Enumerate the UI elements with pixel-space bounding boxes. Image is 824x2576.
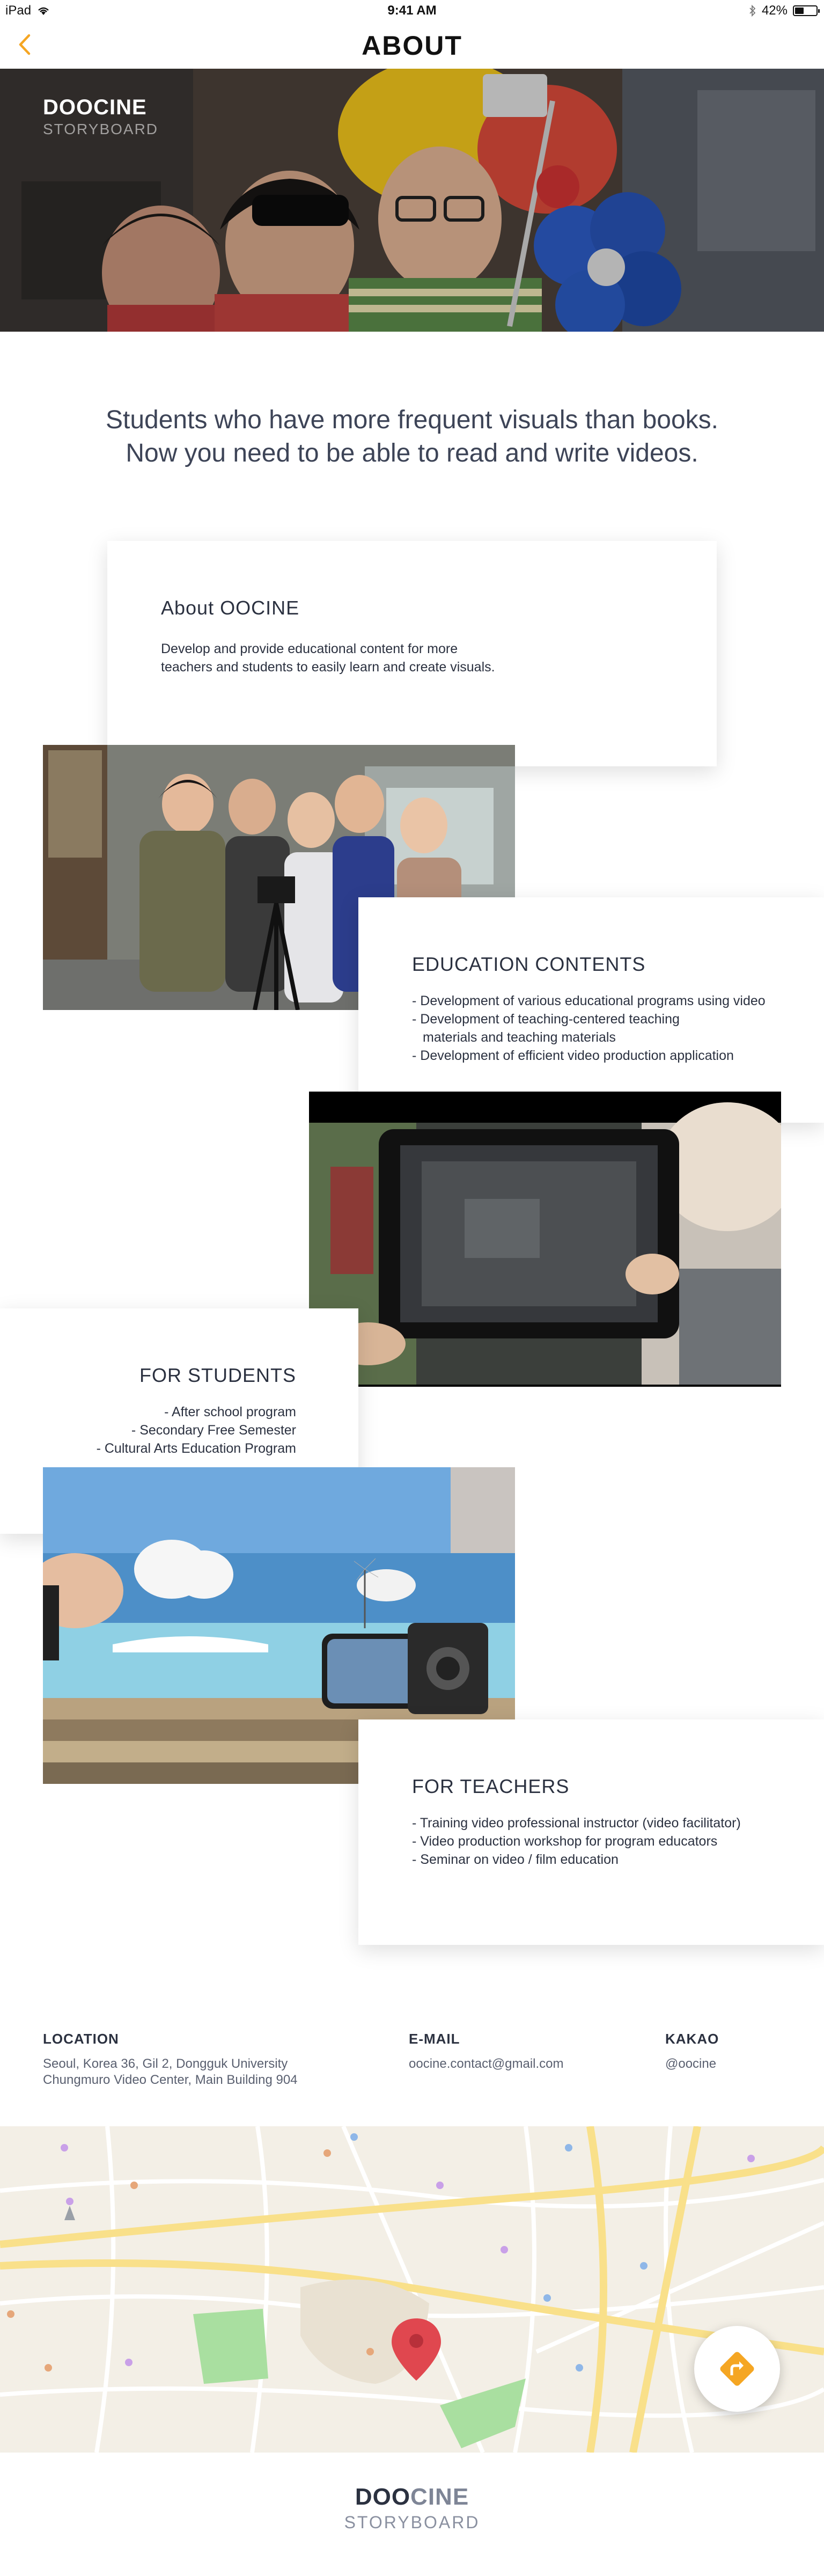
about-card: About OOCINE Develop and provide educati… <box>107 541 717 766</box>
education-item: - Development of teaching-centered teach… <box>412 1012 680 1027</box>
teachers-item: - Training video professional instructor… <box>412 1816 741 1831</box>
page-title: ABOUT <box>362 31 462 61</box>
about-title: About OOCINE <box>161 597 300 619</box>
status-time: 9:41 AM <box>387 3 437 18</box>
education-card: EDUCATION CONTENTS - Development of vari… <box>358 897 824 1123</box>
bluetooth-icon <box>749 5 756 17</box>
directions-icon <box>720 2352 754 2386</box>
students-title: FOR STUDENTS <box>139 1364 296 1386</box>
hero-brand-subtitle: STORYBOARD <box>43 121 159 137</box>
education-title: EDUCATION CONTENTS <box>412 953 646 975</box>
kakao-value[interactable]: @oocine <box>665 2056 719 2072</box>
contact-location: LOCATION Seoul, Korea 36, Gil 2, Dongguk… <box>43 2031 298 2088</box>
directions-button[interactable] <box>694 2326 780 2412</box>
email-label: E-MAIL <box>409 2031 460 2047</box>
location-line-2: Chungmuro Video Center, Main Building 90… <box>43 2073 298 2087</box>
teachers-title: FOR TEACHERS <box>412 1775 570 1797</box>
about-line-2: teachers and students to easily learn an… <box>161 660 495 675</box>
teachers-card: FOR TEACHERS - Training video profession… <box>358 1719 824 1945</box>
location-label: LOCATION <box>43 2031 119 2047</box>
hero-banner: DOOCINE STORYBOARD <box>0 69 824 332</box>
education-item: materials and teaching materials <box>423 1030 616 1045</box>
about-line-1: Develop and provide educational content … <box>161 641 458 656</box>
teachers-item: - Seminar on video / film education <box>412 1852 619 1867</box>
students-list: - After school program - Secondary Free … <box>0 1403 296 1458</box>
contact-email: E-MAIL oocine.contact@gmail.com <box>409 2031 564 2072</box>
status-bar: iPad 9:41 AM 42% <box>0 0 824 21</box>
students-item: - Cultural Arts Education Program <box>96 1441 296 1456</box>
headline-line-2: Now you need to be able to read and writ… <box>126 439 698 467</box>
navigation-bar: ABOUT <box>0 21 824 69</box>
education-item: - Development of various educational pro… <box>412 993 766 1008</box>
education-list: - Development of various educational pro… <box>412 992 824 1065</box>
footer-subtitle: STORYBOARD <box>344 2513 480 2532</box>
location-line-1: Seoul, Korea 36, Gil 2, Dongguk Universi… <box>43 2057 288 2071</box>
email-value[interactable]: oocine.contact@gmail.com <box>409 2056 564 2072</box>
tablet-recording-photo <box>309 1092 781 1387</box>
battery-percent: 42% <box>761 3 788 18</box>
battery-icon <box>793 5 820 16</box>
students-item: - Secondary Free Semester <box>131 1423 296 1438</box>
students-item: - After school program <box>164 1404 296 1419</box>
teachers-item: - Video production workshop for program … <box>412 1834 718 1849</box>
education-item: - Development of efficient video product… <box>412 1048 734 1063</box>
teachers-list: - Training video professional instructor… <box>412 1814 824 1869</box>
hero-brand: DOOCINE STORYBOARD <box>43 96 158 138</box>
footer-brand-doo: DOO <box>355 2484 411 2510</box>
intro-headline: Students who have more frequent visuals … <box>0 404 824 470</box>
headline-line-1: Students who have more frequent visuals … <box>105 406 718 434</box>
contact-kakao: KAKAO @oocine <box>665 2031 719 2072</box>
footer-logo: DOOCINE STORYBOARD <box>0 2484 824 2533</box>
kakao-label: KAKAO <box>665 2031 719 2047</box>
footer-brand-cine: CINE <box>410 2484 469 2510</box>
hero-brand-title: DOOCINE <box>43 96 147 119</box>
